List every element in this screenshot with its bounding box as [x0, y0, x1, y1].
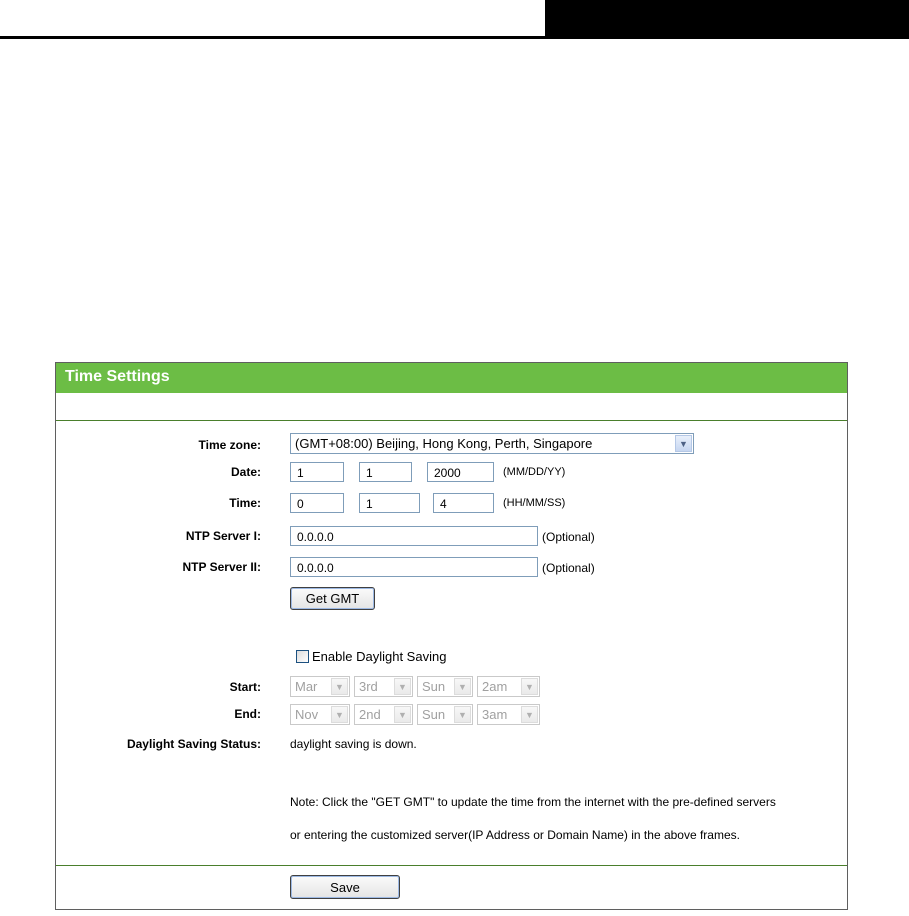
chevron-down-icon[interactable]: ▼ [331, 678, 348, 695]
chevron-down-icon[interactable]: ▼ [521, 706, 538, 723]
chevron-down-icon[interactable]: ▼ [521, 678, 538, 695]
end-day-select[interactable]: Sun ▼ [417, 704, 473, 725]
time-minute-input[interactable]: 1 [359, 493, 420, 513]
panel-title: Time Settings [65, 368, 170, 385]
start-week-value: 3rd [359, 679, 378, 694]
start-month-value: Mar [295, 679, 318, 694]
end-week-select[interactable]: 2nd ▼ [354, 704, 413, 725]
daylight-saving-checkbox[interactable] [296, 650, 309, 663]
time-zone-value: (GMT+08:00) Beijing, Hong Kong, Perth, S… [295, 436, 593, 451]
daylight-status-label: Daylight Saving Status: [126, 737, 261, 751]
time-format-hint: (HH/MM/SS) [503, 497, 566, 509]
start-day-value: Sun [422, 679, 446, 694]
ntp-server-2-hint: (Optional) [542, 561, 595, 575]
time-settings-panel: Time Settings Time zone: (GMT+08:00) Bei… [55, 362, 848, 910]
start-day-select[interactable]: Sun ▼ [417, 676, 473, 697]
time-zone-select[interactable]: (GMT+08:00) Beijing, Hong Kong, Perth, S… [290, 433, 694, 454]
daylight-saving-label[interactable]: Enable Daylight Saving [312, 649, 446, 664]
save-button[interactable]: Save [290, 875, 400, 899]
chevron-down-icon[interactable]: ▼ [394, 706, 411, 723]
date-month-input[interactable]: 1 [290, 462, 344, 482]
date-label: Date: [230, 465, 261, 479]
ntp-server-1-label: NTP Server I: [185, 529, 261, 543]
start-hour-value: 2am [482, 679, 508, 694]
end-hour-select[interactable]: 3am ▼ [477, 704, 540, 725]
time-zone-label: Time zone: [198, 438, 261, 452]
end-week-value: 2nd [359, 707, 381, 722]
end-label: End: [234, 707, 261, 721]
start-month-select[interactable]: Mar ▼ [290, 676, 350, 697]
end-day-value: Sun [422, 707, 446, 722]
footer-separator [56, 865, 847, 866]
chevron-down-icon[interactable]: ▼ [454, 678, 471, 695]
time-hour-input[interactable]: 0 [290, 493, 344, 513]
ntp-server-2-label: NTP Server II: [182, 560, 261, 574]
end-hour-value: 3am [482, 707, 508, 722]
end-month-select[interactable]: Nov ▼ [290, 704, 350, 725]
date-format-hint: (MM/DD/YY) [503, 466, 566, 478]
start-label: Start: [229, 680, 261, 694]
time-label: Time: [229, 496, 261, 510]
header-rule [0, 36, 909, 39]
start-week-select[interactable]: 3rd ▼ [354, 676, 413, 697]
chevron-down-icon[interactable]: ▼ [454, 706, 471, 723]
time-second-input[interactable]: 4 [433, 493, 494, 513]
date-day-input[interactable]: 1 [359, 462, 412, 482]
ntp-server-1-hint: (Optional) [542, 530, 595, 544]
header-black-bar [545, 0, 909, 36]
get-gmt-button[interactable]: Get GMT [290, 587, 375, 610]
daylight-status-value: daylight saving is down. [290, 737, 417, 751]
date-year-input[interactable]: 2000 [427, 462, 494, 482]
start-hour-select[interactable]: 2am ▼ [477, 676, 540, 697]
panel-header: Time Settings [56, 363, 847, 393]
ntp-server-2-input[interactable]: 0.0.0.0 [290, 557, 538, 577]
chevron-down-icon[interactable]: ▼ [394, 678, 411, 695]
end-month-value: Nov [295, 707, 319, 722]
header-separator [56, 420, 847, 421]
chevron-down-icon[interactable]: ▼ [331, 706, 348, 723]
ntp-server-1-input[interactable]: 0.0.0.0 [290, 526, 538, 546]
chevron-down-icon[interactable]: ▼ [675, 435, 692, 452]
note-line-2: or entering the customized server(IP Add… [290, 828, 740, 842]
note-line-1: Note: Click the "GET GMT" to update the … [290, 795, 776, 809]
